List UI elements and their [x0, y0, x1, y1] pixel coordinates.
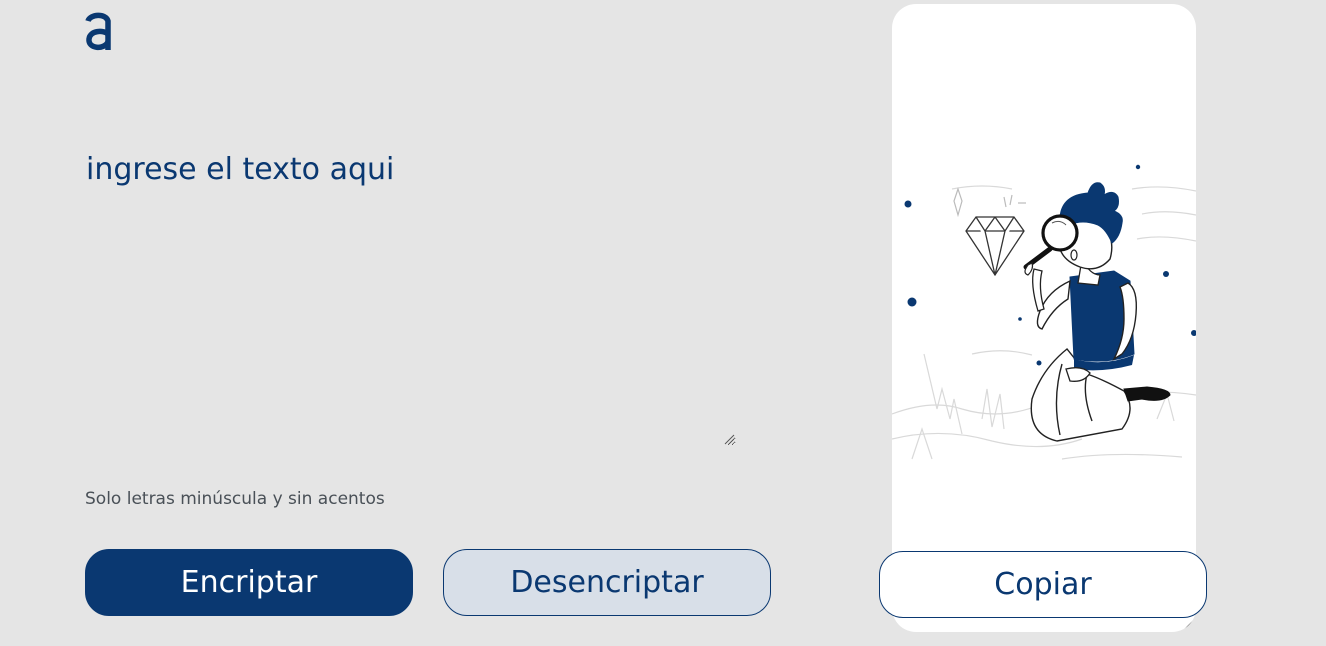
output-panel[interactable] [892, 4, 1196, 632]
decrypt-button[interactable]: Desencriptar [443, 549, 771, 616]
person-with-magnifying-glass-icon [892, 164, 1196, 460]
panel-resize-grip-icon [1184, 620, 1194, 630]
alura-logo-icon[interactable] [84, 12, 114, 52]
hint-text: Solo letras minúscula y sin acentos [85, 489, 385, 509]
copy-button[interactable]: Copiar [879, 551, 1207, 618]
copy-button-label: Copiar [994, 567, 1092, 602]
input-hint: Solo letras minúscula y sin acentos [85, 489, 385, 509]
text-input[interactable] [86, 144, 736, 446]
decrypt-button-label: Desencriptar [510, 565, 704, 600]
encrypt-button[interactable]: Encriptar [85, 549, 413, 616]
encrypt-button-label: Encriptar [180, 565, 318, 600]
